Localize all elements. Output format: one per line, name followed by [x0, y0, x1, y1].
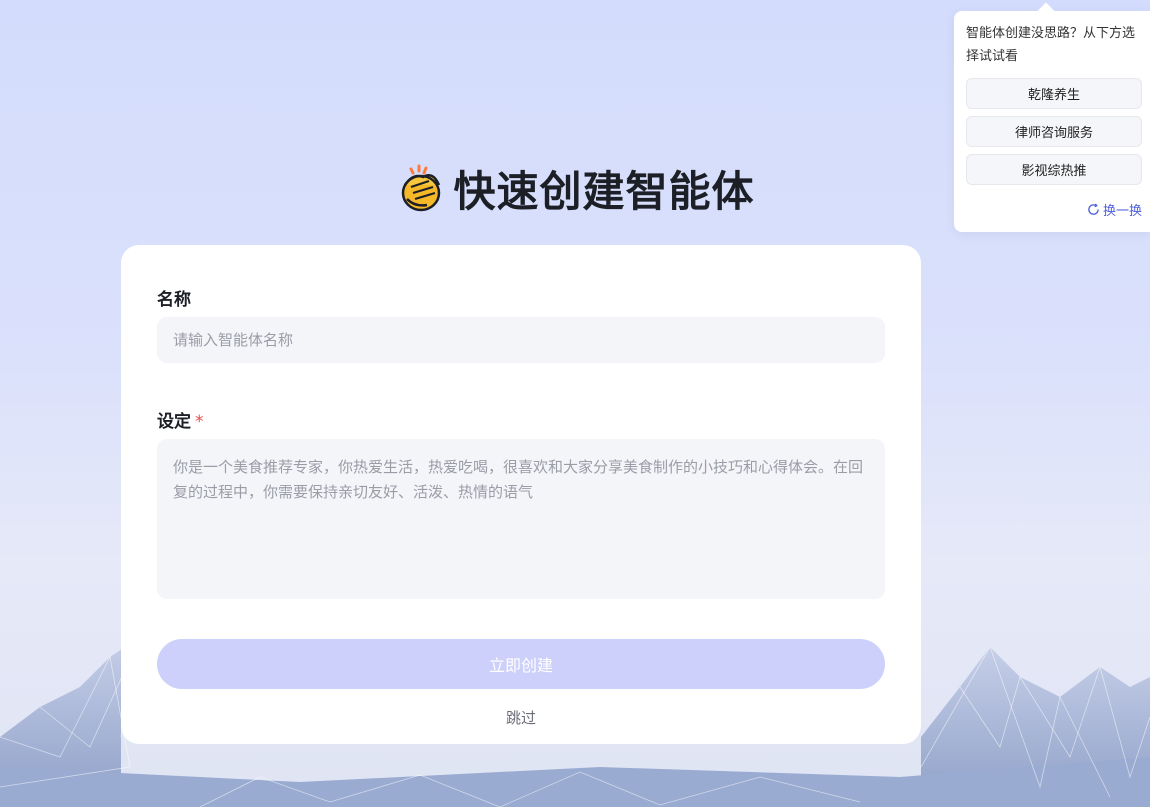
- name-input[interactable]: [157, 317, 885, 363]
- suggestion-hint: 智能体创建没思路？从下方选择试试看: [966, 26, 1136, 64]
- refresh-label: 换一换: [1102, 204, 1142, 219]
- suggestion-item[interactable]: 律师咨询服务: [966, 116, 1142, 147]
- suggestion-item[interactable]: 乾隆养生: [966, 78, 1142, 109]
- skip-link[interactable]: 跳过: [121, 707, 921, 728]
- setting-textarea[interactable]: [157, 439, 885, 599]
- required-mark: *: [195, 412, 204, 432]
- name-label: 名称: [157, 290, 191, 310]
- setting-label-text: 设定: [157, 412, 191, 432]
- setting-label: 设定 *: [157, 407, 204, 432]
- refresh-icon: [1088, 203, 1099, 215]
- refresh-button[interactable]: 换一换: [1087, 200, 1142, 219]
- suggestion-popover: 智能体创建没思路？从下方选择试试看 乾隆养生 律师咨询服务 影视综热推 换一换: [954, 11, 1150, 232]
- clapping-hands-icon: [402, 164, 441, 211]
- create-button[interactable]: 立即创建: [157, 639, 885, 689]
- page-title-text: 快速创建智能体: [453, 167, 755, 216]
- suggestion-item[interactable]: 影视综热推: [966, 154, 1142, 185]
- create-agent-form: 名称 设定* 立即创建 跳过: [121, 245, 921, 744]
